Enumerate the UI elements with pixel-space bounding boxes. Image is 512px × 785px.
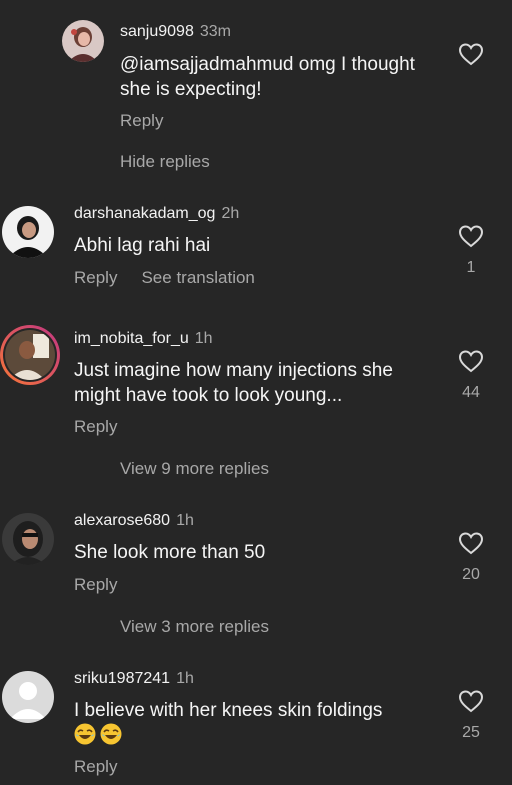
like-control (456, 42, 486, 66)
heart-icon[interactable] (456, 224, 486, 248)
avatar[interactable] (62, 20, 104, 62)
like-count: 20 (462, 566, 480, 583)
comment-text: Just imagine how many injections she mig… (74, 360, 393, 406)
avatar[interactable] (2, 513, 54, 565)
comment-text: I believe with her knees skin foldings (74, 698, 444, 749)
comment-text-body: I believe with her knees skin foldings (74, 700, 383, 721)
heart-icon[interactable] (456, 689, 486, 713)
like-control: 25 (456, 689, 486, 743)
username[interactable]: im_nobita_for_u (74, 330, 189, 347)
reply-button[interactable]: Reply (74, 575, 117, 594)
laughing-emoji-icon (74, 723, 96, 745)
comment-actions: Reply See translation (74, 267, 255, 289)
comment-header: im_nobita_for_u 1h (74, 329, 213, 349)
comment-actions: Reply (120, 110, 163, 132)
timestamp: 1h (194, 330, 213, 347)
like-count: 1 (466, 259, 476, 276)
comment-im-nobita: im_nobita_for_u 1h Just imagine how many … (0, 315, 512, 455)
like-control: 20 (456, 531, 486, 585)
view-more-replies-button[interactable]: View 3 more replies (120, 616, 269, 638)
comment-text: She look more than 50 (74, 542, 266, 563)
comment-actions: Reply (74, 416, 117, 438)
timestamp: 1h (176, 670, 194, 687)
avatar-story-ring[interactable] (0, 325, 60, 385)
hide-replies-button[interactable]: Hide replies (120, 151, 210, 173)
timestamp: 33m (199, 23, 231, 40)
avatar[interactable] (2, 206, 54, 258)
username[interactable]: sanju9098 (120, 23, 194, 40)
comment-sanju9098: sanju9098 33m @iamsajjadmahmud omg I thou… (0, 0, 512, 180)
username[interactable]: sriku1987241 (74, 670, 170, 687)
heart-icon[interactable] (456, 531, 486, 555)
like-count: 44 (462, 384, 480, 401)
like-count: 25 (462, 724, 480, 741)
username[interactable]: darshanakadam_og (74, 205, 215, 222)
reply-button[interactable]: Reply (120, 111, 163, 130)
comment-alexarose: alexarose680 1h She look more than 50 Rep… (0, 497, 512, 607)
heart-icon[interactable] (456, 42, 486, 66)
comment-header: alexarose680 1h (74, 511, 194, 531)
see-translation-button[interactable]: See translation (141, 268, 254, 287)
timestamp: 1h (176, 512, 194, 529)
comment-darshanakadam: darshanakadam_og 2h Abhi lag rahi hai Rep… (0, 190, 512, 300)
view-more-replies-button[interactable]: View 9 more replies (120, 458, 269, 480)
heart-icon[interactable] (456, 349, 486, 373)
comment-sriku: sriku1987241 1h I believe with her knees … (0, 655, 512, 785)
emoji-row (74, 723, 444, 749)
reply-button[interactable]: Reply (74, 417, 117, 436)
comment-text: @iamsajjadmahmud omg I thought she is ex… (120, 54, 415, 100)
comment-actions: Reply (74, 756, 117, 778)
like-control: 1 (456, 224, 486, 278)
comment-header: sanju9098 33m (120, 22, 231, 42)
reply-button[interactable]: Reply (74, 268, 117, 287)
comment-header: darshanakadam_og 2h (74, 204, 239, 224)
comment-header: sriku1987241 1h (74, 669, 194, 689)
username[interactable]: alexarose680 (74, 512, 170, 529)
like-control: 44 (456, 349, 486, 403)
timestamp: 2h (221, 205, 240, 222)
comment-text: Abhi lag rahi hai (74, 235, 211, 256)
comment-actions: Reply (74, 574, 117, 596)
laughing-emoji-icon (100, 723, 122, 745)
avatar-default[interactable] (2, 671, 54, 723)
reply-button[interactable]: Reply (74, 757, 117, 776)
